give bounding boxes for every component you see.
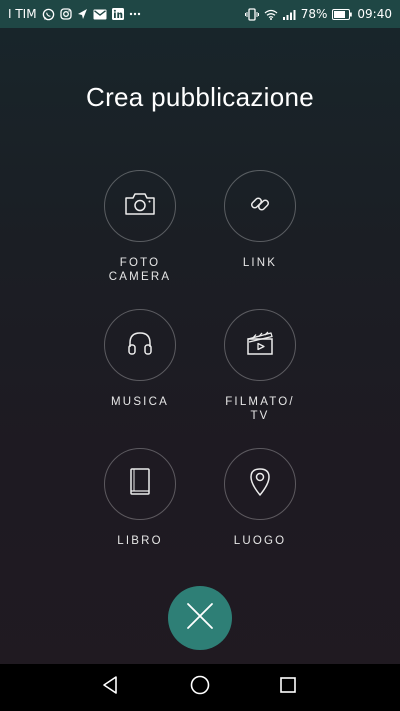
link-icon [246, 190, 274, 223]
option-label: MUSICA [111, 396, 169, 408]
battery-percentage: 78% [300, 7, 328, 21]
status-clock: 09:40 [357, 7, 392, 21]
battery-icon [332, 8, 353, 20]
close-button[interactable] [168, 586, 232, 650]
status-bar: I TIM 78% 09:40 [0, 0, 400, 28]
camera-icon [124, 191, 156, 222]
status-bar-right: 78% 09:40 [244, 0, 392, 28]
whatsapp-icon [42, 8, 55, 21]
back-button[interactable] [80, 664, 140, 711]
option-label: LIBRO [117, 535, 163, 547]
option-label: FILMATO/ TV [225, 396, 295, 422]
headphones-icon [125, 328, 155, 363]
more-dots-icon [129, 12, 141, 16]
home-icon [189, 674, 211, 701]
linkedin-icon [111, 8, 124, 20]
carrier-name: I TIM [8, 7, 37, 21]
vibrate-icon [244, 7, 259, 21]
option-circle[interactable] [224, 448, 296, 520]
option-luogo[interactable]: LUOGO [195, 448, 325, 548]
wifi-icon [264, 9, 278, 20]
signal-icon [282, 9, 296, 20]
option-link[interactable]: LINK [195, 170, 325, 270]
option-circle[interactable] [104, 448, 176, 520]
option-label: FOTO CAMERA [108, 257, 172, 283]
book-icon [128, 467, 152, 502]
option-label: LUOGO [233, 535, 287, 547]
instagram-icon [59, 8, 72, 20]
option-libro[interactable]: LIBRO [75, 448, 205, 548]
navigation-bar [0, 664, 400, 711]
page-title: Crea pubblicazione [86, 82, 314, 112]
option-circle[interactable] [104, 170, 176, 242]
close-icon [185, 601, 215, 636]
option-circle[interactable] [104, 309, 176, 381]
option-circle[interactable] [224, 170, 296, 242]
recents-button[interactable] [258, 664, 318, 711]
back-icon [101, 675, 119, 700]
option-musica[interactable]: MUSICA [75, 309, 205, 409]
status-bar-left: I TIM [8, 0, 141, 28]
option-label: LINK [242, 257, 278, 269]
mail-icon [93, 9, 107, 20]
option-circle[interactable] [224, 309, 296, 381]
home-button[interactable] [170, 664, 230, 711]
option-filmato-tv[interactable]: FILMATO/ TV [195, 309, 325, 423]
recents-icon [279, 676, 297, 699]
location-pin-icon [248, 466, 272, 503]
clapperboard-icon [245, 329, 275, 362]
option-foto-camera[interactable]: FOTO CAMERA [75, 170, 205, 284]
navigation-icon [77, 8, 88, 20]
